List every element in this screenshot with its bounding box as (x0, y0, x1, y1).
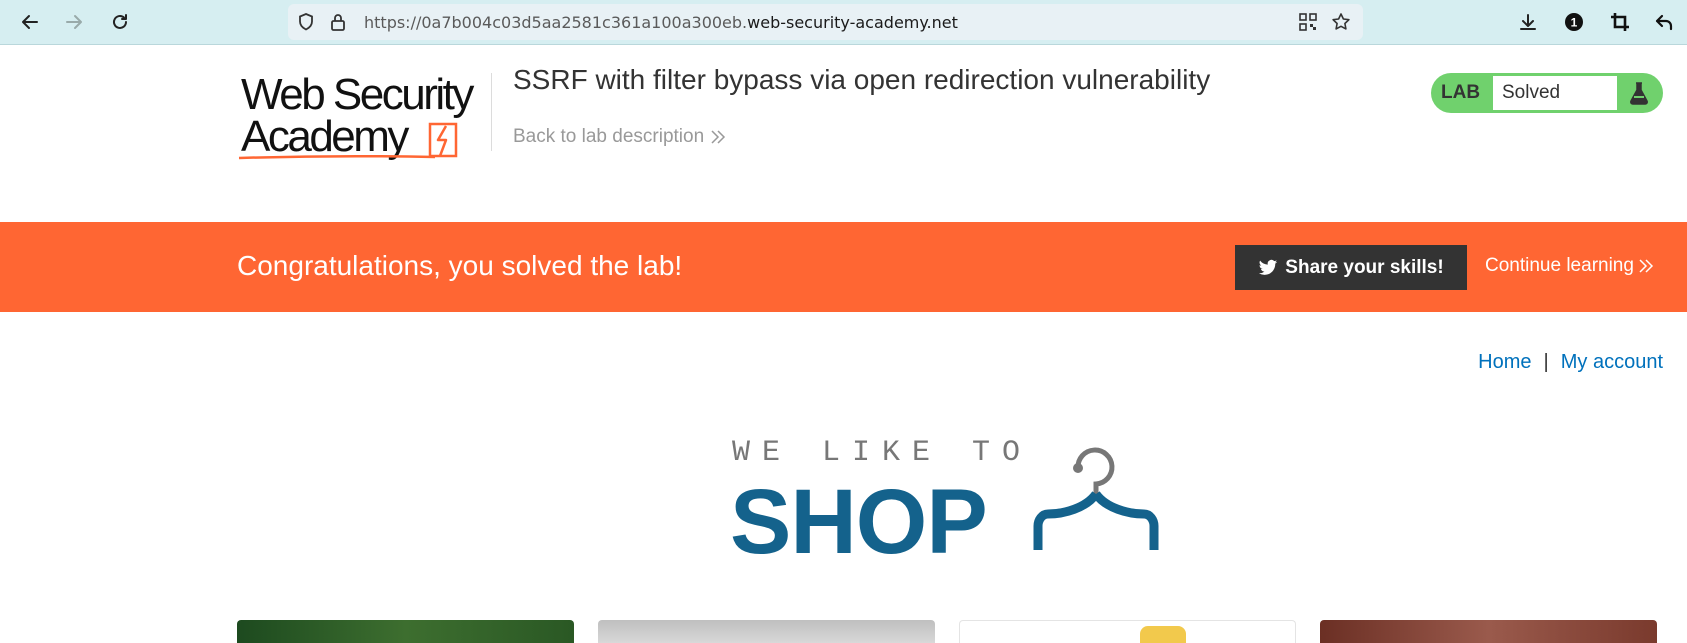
star-icon[interactable] (1331, 12, 1351, 32)
reload-icon[interactable] (106, 8, 134, 36)
share-button-label: Share your skills! (1285, 256, 1444, 278)
lab-status-text: Solved (1493, 76, 1617, 110)
nav-separator: | (1543, 351, 1549, 373)
my-account-link[interactable]: My account (1561, 351, 1663, 374)
share-skills-button[interactable]: Share your skills! (1235, 245, 1467, 290)
logo-underline (238, 154, 436, 160)
lab-badge-label: LAB (1441, 82, 1481, 103)
undo-icon[interactable] (1650, 8, 1678, 36)
header-divider (491, 73, 492, 151)
back-link-label: Back to lab description (513, 126, 705, 147)
banner-message: Congratulations, you solved the lab! (237, 250, 683, 281)
address-bar[interactable]: https://0a7b004c03d5aa2581c361a100a300eb… (288, 4, 1363, 40)
product-image[interactable] (598, 620, 935, 643)
top-nav: Home | My account (1478, 351, 1663, 374)
back-arrow-icon[interactable] (16, 8, 44, 36)
lab-status-badge: LAB Solved (1431, 73, 1663, 113)
back-to-lab-link[interactable]: Back to lab description (513, 126, 726, 148)
continue-learning-label: Continue learning (1485, 255, 1634, 276)
flask-icon (1629, 82, 1649, 105)
extension-badge-count: 1 (1571, 16, 1578, 30)
shop-logo: WE LIKE TO SHOP (730, 436, 1170, 573)
double-chevron-right-icon (711, 130, 726, 144)
lock-icon[interactable] (328, 12, 348, 32)
shop-word: SHOP (730, 471, 988, 573)
twitter-icon (1259, 259, 1278, 275)
url-text[interactable]: https://0a7b004c03d5aa2581c361a100a300eb… (364, 13, 958, 32)
product-bottle-graphic (1140, 626, 1186, 643)
product-image[interactable] (1320, 620, 1657, 643)
continue-learning-link[interactable]: Continue learning (1485, 255, 1654, 277)
forward-arrow-icon[interactable] (60, 8, 88, 36)
url-domain: web-security-academy.net (747, 13, 958, 32)
home-link[interactable]: Home (1478, 351, 1531, 374)
password-manager-icon[interactable]: 1 (1560, 8, 1588, 36)
product-image[interactable] (959, 620, 1296, 643)
lab-title: SSRF with filter bypass via open redirec… (513, 64, 1211, 95)
qr-code-icon[interactable] (1298, 12, 1318, 32)
url-prefix: https://0a7b004c03d5aa2581c361a100a300eb… (364, 13, 748, 32)
shop-tagline: WE LIKE TO (732, 436, 1033, 470)
browser-toolbar: https://0a7b004c03d5aa2581c361a100a300eb… (0, 0, 1687, 45)
double-chevron-right-icon (1639, 259, 1654, 273)
web-security-academy-logo[interactable]: Web Security Academy (237, 70, 497, 165)
download-icon[interactable] (1514, 8, 1542, 36)
solved-banner: Congratulations, you solved the lab! Sha… (0, 222, 1687, 312)
crop-icon[interactable] (1606, 8, 1634, 36)
hanger-icon (1033, 447, 1159, 550)
shield-icon[interactable] (296, 12, 316, 32)
product-image[interactable] (237, 620, 574, 643)
